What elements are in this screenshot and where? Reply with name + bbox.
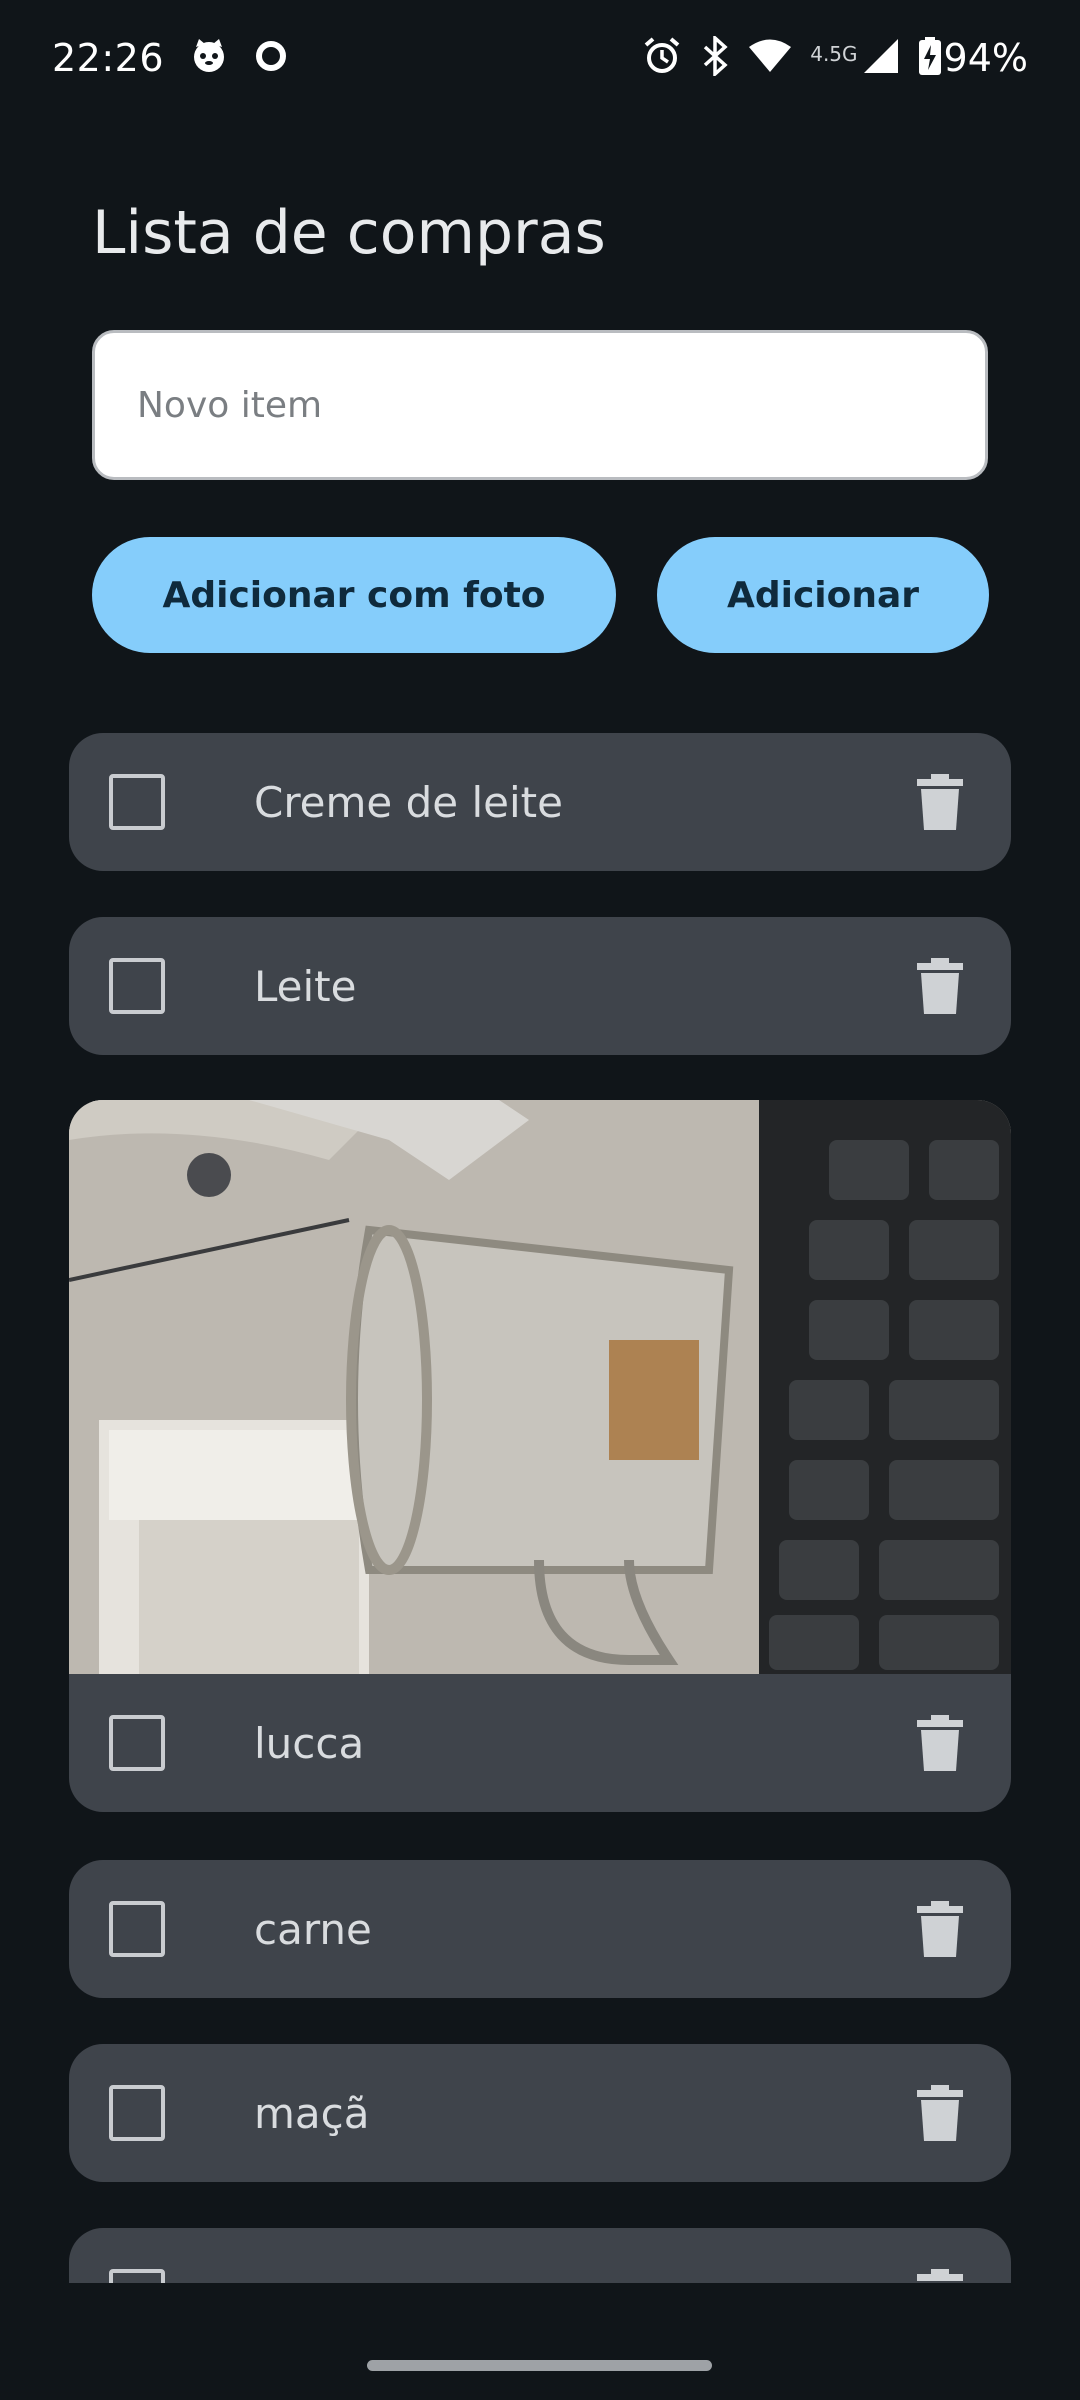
list-item [69, 2228, 1011, 2283]
circle-icon [254, 39, 288, 77]
list-item: maçã [69, 2044, 1011, 2182]
trash-icon[interactable] [913, 1713, 967, 1773]
network-type: 4.5G [810, 41, 858, 66]
item-checkbox[interactable] [109, 774, 165, 830]
item-label: carne [254, 1904, 372, 1954]
trash-icon[interactable] [913, 772, 967, 832]
item-checkbox[interactable] [109, 2269, 165, 2283]
status-bar: 22:26 4.5G 94% [0, 0, 1080, 115]
signal-icon [862, 37, 900, 79]
battery-icon [918, 36, 942, 80]
page-title: Lista de compras [92, 198, 606, 268]
list-item: carne [69, 1860, 1011, 1998]
list-item-row: carne [69, 1860, 1011, 1998]
cat-icon [190, 37, 228, 79]
trash-icon[interactable] [913, 956, 967, 1016]
item-checkbox[interactable] [109, 1901, 165, 1957]
add-with-photo-button[interactable]: Adicionar com foto [92, 537, 616, 653]
status-bar-right: 4.5G 94% [642, 33, 1028, 80]
status-bar-left: 22:26 [52, 36, 288, 80]
list-item: Creme de leite [69, 733, 1011, 871]
item-label: Creme de leite [254, 777, 563, 827]
item-checkbox[interactable] [109, 2085, 165, 2141]
home-indicator[interactable] [367, 2360, 712, 2371]
list-item-row [69, 2228, 1011, 2283]
new-item-input[interactable] [92, 330, 988, 480]
list-item-with-photo: lucca [69, 1100, 1011, 1812]
trash-icon[interactable] [913, 1899, 967, 1959]
item-photo [69, 1100, 1011, 1674]
wifi-icon [748, 38, 792, 78]
list-item-row: Leite [69, 917, 1011, 1055]
navigation-bar [0, 2283, 1080, 2400]
screen: 22:26 4.5G 94% Lista de compras Novo ite… [0, 0, 1080, 2400]
item-checkbox[interactable] [109, 1715, 165, 1771]
item-label: lucca [254, 1718, 365, 1768]
bluetooth-icon [700, 33, 730, 80]
alarm-icon [642, 36, 682, 80]
status-time: 22:26 [52, 35, 165, 80]
trash-icon[interactable] [913, 2267, 967, 2283]
battery-percent: 94% [943, 35, 1028, 80]
list-item: Leite [69, 917, 1011, 1055]
list-item-row: lucca [69, 1674, 1011, 1812]
item-label: Leite [254, 961, 357, 1011]
shopping-list: Creme de leite Leite lucca carne maçã [69, 733, 1011, 2283]
item-label: maçã [254, 2088, 370, 2138]
list-item-row: maçã [69, 2044, 1011, 2182]
add-button[interactable]: Adicionar [657, 537, 989, 653]
item-checkbox[interactable] [109, 958, 165, 1014]
list-item-row: Creme de leite [69, 733, 1011, 871]
trash-icon[interactable] [913, 2083, 967, 2143]
